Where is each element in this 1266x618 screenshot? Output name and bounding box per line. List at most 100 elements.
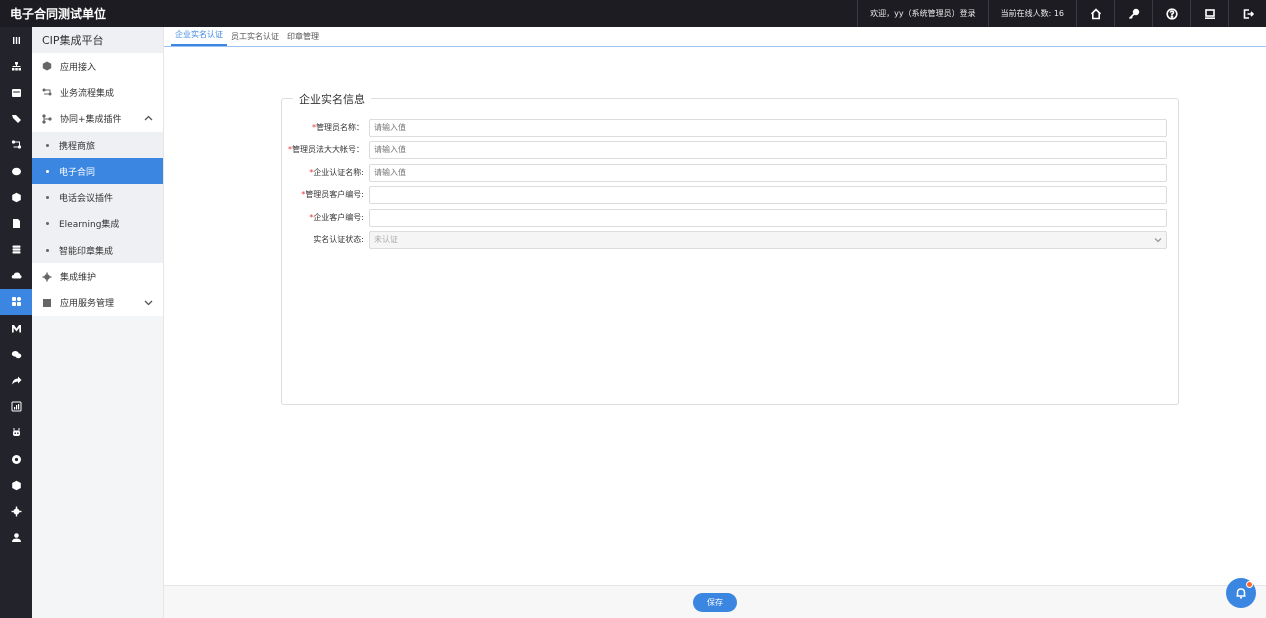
gmail-icon bbox=[11, 324, 21, 333]
main-content: 企业实名认证 员工实名认证 印章管理 企业实名信息 *管理员名称： *管理员法大… bbox=[164, 27, 1266, 618]
tab-employee-auth[interactable]: 员工实名认证 bbox=[227, 31, 283, 46]
admin-name-input[interactable] bbox=[369, 118, 1167, 137]
app-title: 电子合同测试单位 bbox=[10, 7, 107, 21]
key-icon bbox=[1128, 8, 1139, 19]
rail-item-wechat[interactable] bbox=[0, 341, 32, 367]
cloud-icon bbox=[11, 272, 22, 279]
logout-button[interactable] bbox=[1228, 0, 1266, 27]
field-label-text: 企业认证名称: bbox=[313, 168, 364, 177]
bullet-icon bbox=[46, 169, 49, 173]
help-button[interactable] bbox=[1152, 0, 1190, 27]
server-icon bbox=[42, 298, 52, 308]
welcome-text: 欢迎，yy（系统管理员）登录 bbox=[857, 0, 987, 27]
bell-icon bbox=[1236, 588, 1246, 599]
cube-icon bbox=[11, 192, 21, 202]
wechat-icon bbox=[11, 350, 21, 359]
sidebar-subitem-ctrip[interactable]: 携程商旅 bbox=[32, 131, 163, 159]
gear-icon bbox=[11, 506, 21, 517]
rail-item-cloud[interactable] bbox=[0, 263, 32, 289]
sidebar-item-app-service[interactable]: 应用服务管理 bbox=[32, 289, 163, 316]
help-icon bbox=[1165, 7, 1178, 20]
enterprise-info-fieldset: 企业实名信息 *管理员名称： *管理员法大大帐号： *企业认证名称: *管理员客… bbox=[281, 91, 1180, 405]
branch-icon bbox=[42, 114, 52, 124]
rail-item-gear[interactable] bbox=[0, 498, 32, 524]
menu-icon bbox=[12, 36, 20, 44]
bullet-icon bbox=[46, 143, 49, 147]
bullet-icon bbox=[46, 248, 49, 252]
field-label: 实名认证状态: bbox=[282, 234, 369, 245]
tab-seal-management[interactable]: 印章管理 bbox=[283, 31, 323, 46]
key-button[interactable] bbox=[1114, 0, 1152, 27]
flow-icon bbox=[11, 140, 21, 149]
box-icon bbox=[11, 480, 21, 490]
rail-item-robot[interactable] bbox=[0, 420, 32, 446]
save-button[interactable]: 保存 bbox=[693, 592, 737, 612]
monitor-button[interactable] bbox=[1190, 0, 1228, 27]
rail-item-chart[interactable] bbox=[0, 394, 32, 420]
field-label-text: 管理员法大大帐号： bbox=[292, 145, 364, 154]
sidebar-subitem-e-contract[interactable]: 电子合同 bbox=[32, 158, 163, 185]
sidebar-subitem-label: 智能印章集成 bbox=[59, 246, 114, 257]
rail-item-calendar[interactable] bbox=[0, 79, 32, 105]
calendar-icon bbox=[11, 88, 21, 97]
share-icon bbox=[11, 376, 21, 385]
rail-item-cube[interactable] bbox=[0, 184, 32, 210]
rail-item-org[interactable] bbox=[0, 53, 32, 79]
sidebar-subitem-smart-seal[interactable]: 智能印章集成 bbox=[32, 237, 163, 264]
sidebar-item-label: 协同+集成插件 bbox=[60, 115, 122, 126]
rail-item-user[interactable] bbox=[0, 525, 32, 551]
enterprise-customer-no-input[interactable] bbox=[369, 208, 1167, 227]
chart-icon bbox=[11, 401, 21, 412]
rail-item-share[interactable] bbox=[0, 367, 32, 393]
form-row-admin-name: *管理员名称： bbox=[282, 118, 1180, 137]
top-bar: 电子合同测试单位 欢迎，yy（系统管理员）登录 当前在线人数: 16 bbox=[0, 0, 1266, 27]
icon-rail bbox=[0, 27, 32, 618]
field-label-text: 管理员客户编号: bbox=[305, 190, 364, 199]
doc-icon bbox=[12, 218, 20, 228]
admin-fdd-account-input[interactable] bbox=[369, 140, 1167, 159]
rail-item-doc[interactable] bbox=[0, 210, 32, 236]
field-label: *企业认证名称: bbox=[282, 167, 369, 178]
chevron-down-icon bbox=[144, 298, 153, 307]
org-icon bbox=[11, 61, 21, 71]
rail-item-tag[interactable] bbox=[0, 106, 32, 132]
globe-icon bbox=[11, 454, 21, 464]
sidebar-item-collab-plugins[interactable]: 协同+集成插件 bbox=[32, 105, 163, 132]
enterprise-auth-name-input[interactable] bbox=[369, 163, 1167, 182]
rail-item-apps[interactable] bbox=[0, 288, 32, 316]
rail-item-database[interactable] bbox=[0, 237, 32, 263]
rail-item-message[interactable] bbox=[0, 158, 32, 184]
sidebar-subitem-label: 电子合同 bbox=[59, 167, 96, 178]
sidebar-item-maintenance[interactable]: 集成维护 bbox=[32, 263, 163, 290]
rail-item-box[interactable] bbox=[0, 472, 32, 498]
rail-item-flow[interactable] bbox=[0, 132, 32, 158]
home-button[interactable] bbox=[1076, 0, 1114, 27]
sidebar-subitem-elearning[interactable]: Elearning集成 bbox=[32, 210, 163, 238]
sidebar-item-app-access[interactable]: 应用接入 bbox=[32, 53, 163, 80]
sidebar: CIP集成平台 应用接入 业务流程集成 协同+集成插件 携程商旅 电子合同 电话… bbox=[32, 27, 164, 618]
auth-status-select[interactable]: 未认证 bbox=[369, 230, 1167, 249]
fieldset-legend: 企业实名信息 bbox=[293, 91, 371, 107]
sidebar-subitem-phone-meeting[interactable]: 电话会议插件 bbox=[32, 184, 163, 211]
sidebar-subitem-label: 电话会议插件 bbox=[59, 194, 114, 205]
online-count: 当前在线人数: 16 bbox=[987, 0, 1076, 27]
bullet-icon bbox=[46, 196, 49, 200]
sidebar-item-business-flow[interactable]: 业务流程集成 bbox=[32, 79, 163, 106]
sidebar-item-label: 集成维护 bbox=[60, 273, 97, 284]
form-row-admin-fdd-account: *管理员法大大帐号： bbox=[282, 140, 1180, 159]
admin-customer-no-input[interactable] bbox=[369, 185, 1167, 204]
gear-icon bbox=[42, 272, 52, 282]
tab-enterprise-auth[interactable]: 企业实名认证 bbox=[171, 29, 227, 46]
monitor-icon bbox=[1204, 8, 1215, 19]
rail-item-gmail[interactable] bbox=[0, 315, 32, 341]
rail-item-menu[interactable] bbox=[0, 27, 32, 53]
sidebar-item-label: 业务流程集成 bbox=[60, 88, 115, 99]
sidebar-title: CIP集成平台 bbox=[32, 27, 163, 53]
rail-item-globe[interactable] bbox=[0, 446, 32, 472]
field-label-text: 实名认证状态: bbox=[313, 235, 364, 244]
database-icon bbox=[12, 245, 20, 254]
user-icon bbox=[11, 533, 21, 543]
sidebar-item-label: 应用服务管理 bbox=[60, 299, 115, 310]
message-icon bbox=[11, 167, 21, 175]
notification-button[interactable] bbox=[1226, 578, 1256, 608]
